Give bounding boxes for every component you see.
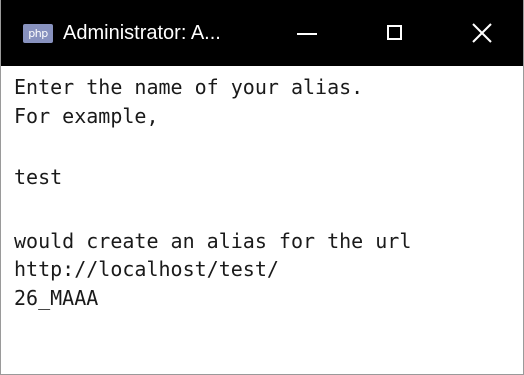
close-icon — [472, 23, 492, 43]
console-line: http://localhost/test/ — [14, 257, 279, 281]
maximize-icon — [387, 25, 402, 40]
console-line: test — [14, 165, 63, 189]
title-bar[interactable]: php Administrator: A... — [1, 0, 523, 66]
minimize-button[interactable] — [265, 0, 349, 66]
window-title: Administrator: A... — [63, 22, 221, 44]
maximize-button[interactable] — [353, 0, 437, 66]
minimize-icon — [297, 33, 317, 35]
php-icon[interactable]: php — [23, 24, 53, 43]
console-line: 26_MAAA — [14, 286, 99, 310]
console-line: would create an alias for the url — [14, 229, 412, 253]
console-line: Enter the name of your alias. — [14, 75, 364, 99]
console-window: php Administrator: A... Enter the name o… — [0, 0, 524, 375]
console-line: For example, — [14, 104, 159, 128]
close-button[interactable] — [439, 0, 523, 66]
console-output[interactable]: Enter the name of your alias. For exampl… — [1, 66, 523, 374]
